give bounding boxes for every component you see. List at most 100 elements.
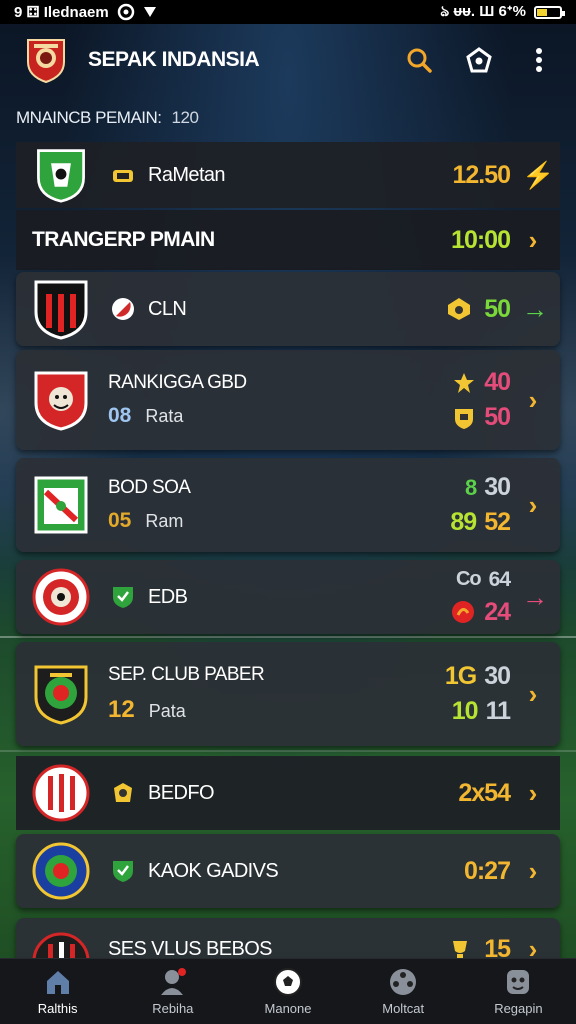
nav-film[interactable]: Moltcat: [346, 959, 461, 1024]
star-icon: [454, 372, 475, 393]
nav-label: Moltcat: [382, 1001, 425, 1016]
nav-home[interactable]: Ralthis: [0, 959, 115, 1024]
list-item[interactable]: KAOK GADIVS 0:27 ›: [16, 834, 560, 908]
team-icon: [114, 783, 132, 802]
row-subtitle: 05 Ram: [108, 509, 190, 533]
home-icon: [46, 971, 69, 994]
battery-icon: [534, 5, 565, 19]
chevron-right-icon[interactable]: ›: [522, 856, 544, 887]
location-icon: [143, 7, 156, 17]
chevron-right-icon[interactable]: ›: [522, 225, 544, 256]
lightning-icon[interactable]: ⚡: [522, 160, 554, 191]
nav-label: Rebiha: [152, 1001, 194, 1016]
row-sub-number: 12: [108, 696, 135, 723]
chevron-right-icon[interactable]: ›: [522, 490, 544, 521]
row-name: RaMetan: [148, 163, 226, 186]
list-item[interactable]: CLN 50 →: [16, 272, 560, 346]
row-sub-text: Ram: [145, 511, 184, 531]
row-score-left-top: Co: [455, 568, 482, 590]
list-item[interactable]: BEDFO 2x54 ›: [16, 756, 560, 830]
search-icon[interactable]: [406, 47, 432, 73]
arrow-right-icon[interactable]: →: [522, 582, 548, 613]
club-crest-icon: [32, 568, 90, 626]
app-logo-icon: [27, 39, 65, 84]
row-score: 50: [484, 294, 511, 323]
row-score-bottom: 11: [485, 697, 511, 725]
app-bar: SEPAK INDANSIA: [0, 24, 576, 96]
list-item[interactable]: BOD SOA 05 Ram 8 30 89 52 ›: [16, 458, 560, 552]
ball-icon: [112, 298, 134, 320]
row-name: RANKIGGA GBD: [108, 372, 247, 393]
row-sub-text: Rata: [145, 406, 184, 426]
row-score: 12.50: [452, 160, 511, 189]
row-score-left-top: 8: [464, 474, 477, 500]
row-score-bottom: 52: [484, 508, 511, 536]
club-crest-icon: [32, 842, 90, 900]
row-subtitle: 08 Rata: [108, 404, 247, 428]
club-crest-icon: [34, 280, 88, 340]
club-crest-icon: [37, 149, 85, 203]
pitch-line-1: [0, 636, 576, 638]
row-score-left-bottom: 89: [450, 508, 477, 536]
share-icon[interactable]: [466, 47, 492, 73]
player-count: 120: [171, 108, 199, 127]
section-label-text: MNAINCB PEMAIN:: [16, 108, 162, 127]
chevron-right-icon[interactable]: ›: [522, 385, 544, 416]
pitch-line-2: [0, 750, 576, 752]
nav-ball[interactable]: Manone: [230, 959, 345, 1024]
row-score: 2x54: [458, 778, 511, 807]
nav-player[interactable]: Rebiha: [115, 959, 230, 1024]
app-title: SEPAK INDANSIA: [88, 48, 260, 71]
list-item[interactable]: SEP. CLUB PABER 12 Pata 1G 30 10 11 ›: [16, 642, 560, 746]
player-icon: [160, 968, 186, 995]
bottom-nav: Ralthis Rebiha Manone Moltcat Regapin: [0, 958, 576, 1024]
list-item[interactable]: RaMetan 12.50 ⚡: [16, 142, 560, 208]
shield-icon: [455, 408, 474, 429]
row-name: EDB: [148, 585, 188, 608]
more-icon[interactable]: [526, 47, 552, 73]
row-score-top: 40: [484, 368, 511, 396]
row-name: TRANGERP PMAIN: [32, 228, 215, 251]
club-crest-icon: [34, 371, 88, 431]
film-icon: [390, 969, 417, 995]
status-bar: 9 ⚃ Ilednaem ঌ ᵾᵾ. Ш 6ᐩ%: [0, 0, 576, 24]
status-left-text: 9 ⚃ Ilednaem: [14, 4, 109, 21]
row-name: SEP. CLUB PABER: [108, 664, 265, 685]
row-score-bottom: 24: [484, 597, 511, 626]
row-sub-number: 05: [108, 509, 132, 532]
chevron-right-icon[interactable]: ›: [522, 778, 544, 809]
row-score-top: 30: [484, 473, 511, 501]
shield-icon: [113, 861, 133, 882]
row-score-top: 30: [484, 662, 511, 690]
club-crest-icon: [34, 665, 88, 725]
row-score: 0:27: [463, 856, 511, 885]
row-sub-number: 08: [108, 404, 132, 427]
row-name: CLN: [148, 297, 187, 320]
status-right-text: ঌ ᵾᵾ. Ш 6ᐩ%: [440, 2, 526, 20]
row-name: BEDFO: [148, 781, 215, 804]
row-subtitle: 12 Pata: [108, 696, 264, 724]
row-score-left-top: 1G: [444, 662, 477, 690]
nav-label: Ralthis: [37, 1001, 78, 1016]
club-crest-icon: [34, 476, 88, 534]
chevron-right-icon[interactable]: ›: [522, 679, 544, 710]
club-crest-icon: [32, 764, 90, 822]
arrow-right-icon[interactable]: →: [522, 294, 548, 325]
list-item[interactable]: EDB Co 64 24 →: [16, 560, 560, 634]
row-name: KAOK GADIVS: [148, 859, 279, 882]
stadium-icon: [113, 170, 133, 182]
list-item[interactable]: RANKIGGA GBD 08 Rata 40 50 ›: [16, 350, 560, 450]
ball-icon: [274, 968, 302, 996]
shield-icon: [113, 587, 133, 608]
nav-label: Regapin: [494, 1001, 543, 1016]
section-label: MNAINCB PEMAIN: 120: [16, 108, 199, 128]
nav-profile[interactable]: Regapin: [461, 959, 576, 1024]
row-score: 10:00: [451, 225, 511, 254]
list-item[interactable]: TRANGERP PMAIN 10:00 ›: [16, 210, 560, 270]
row-name: BOD SOA: [108, 477, 191, 498]
row-sub-text: Pata: [148, 701, 186, 721]
cast-icon: [117, 3, 134, 21]
profile-icon: [507, 970, 530, 994]
row-score-top: 64: [488, 567, 511, 591]
fire-icon: [452, 601, 475, 623]
